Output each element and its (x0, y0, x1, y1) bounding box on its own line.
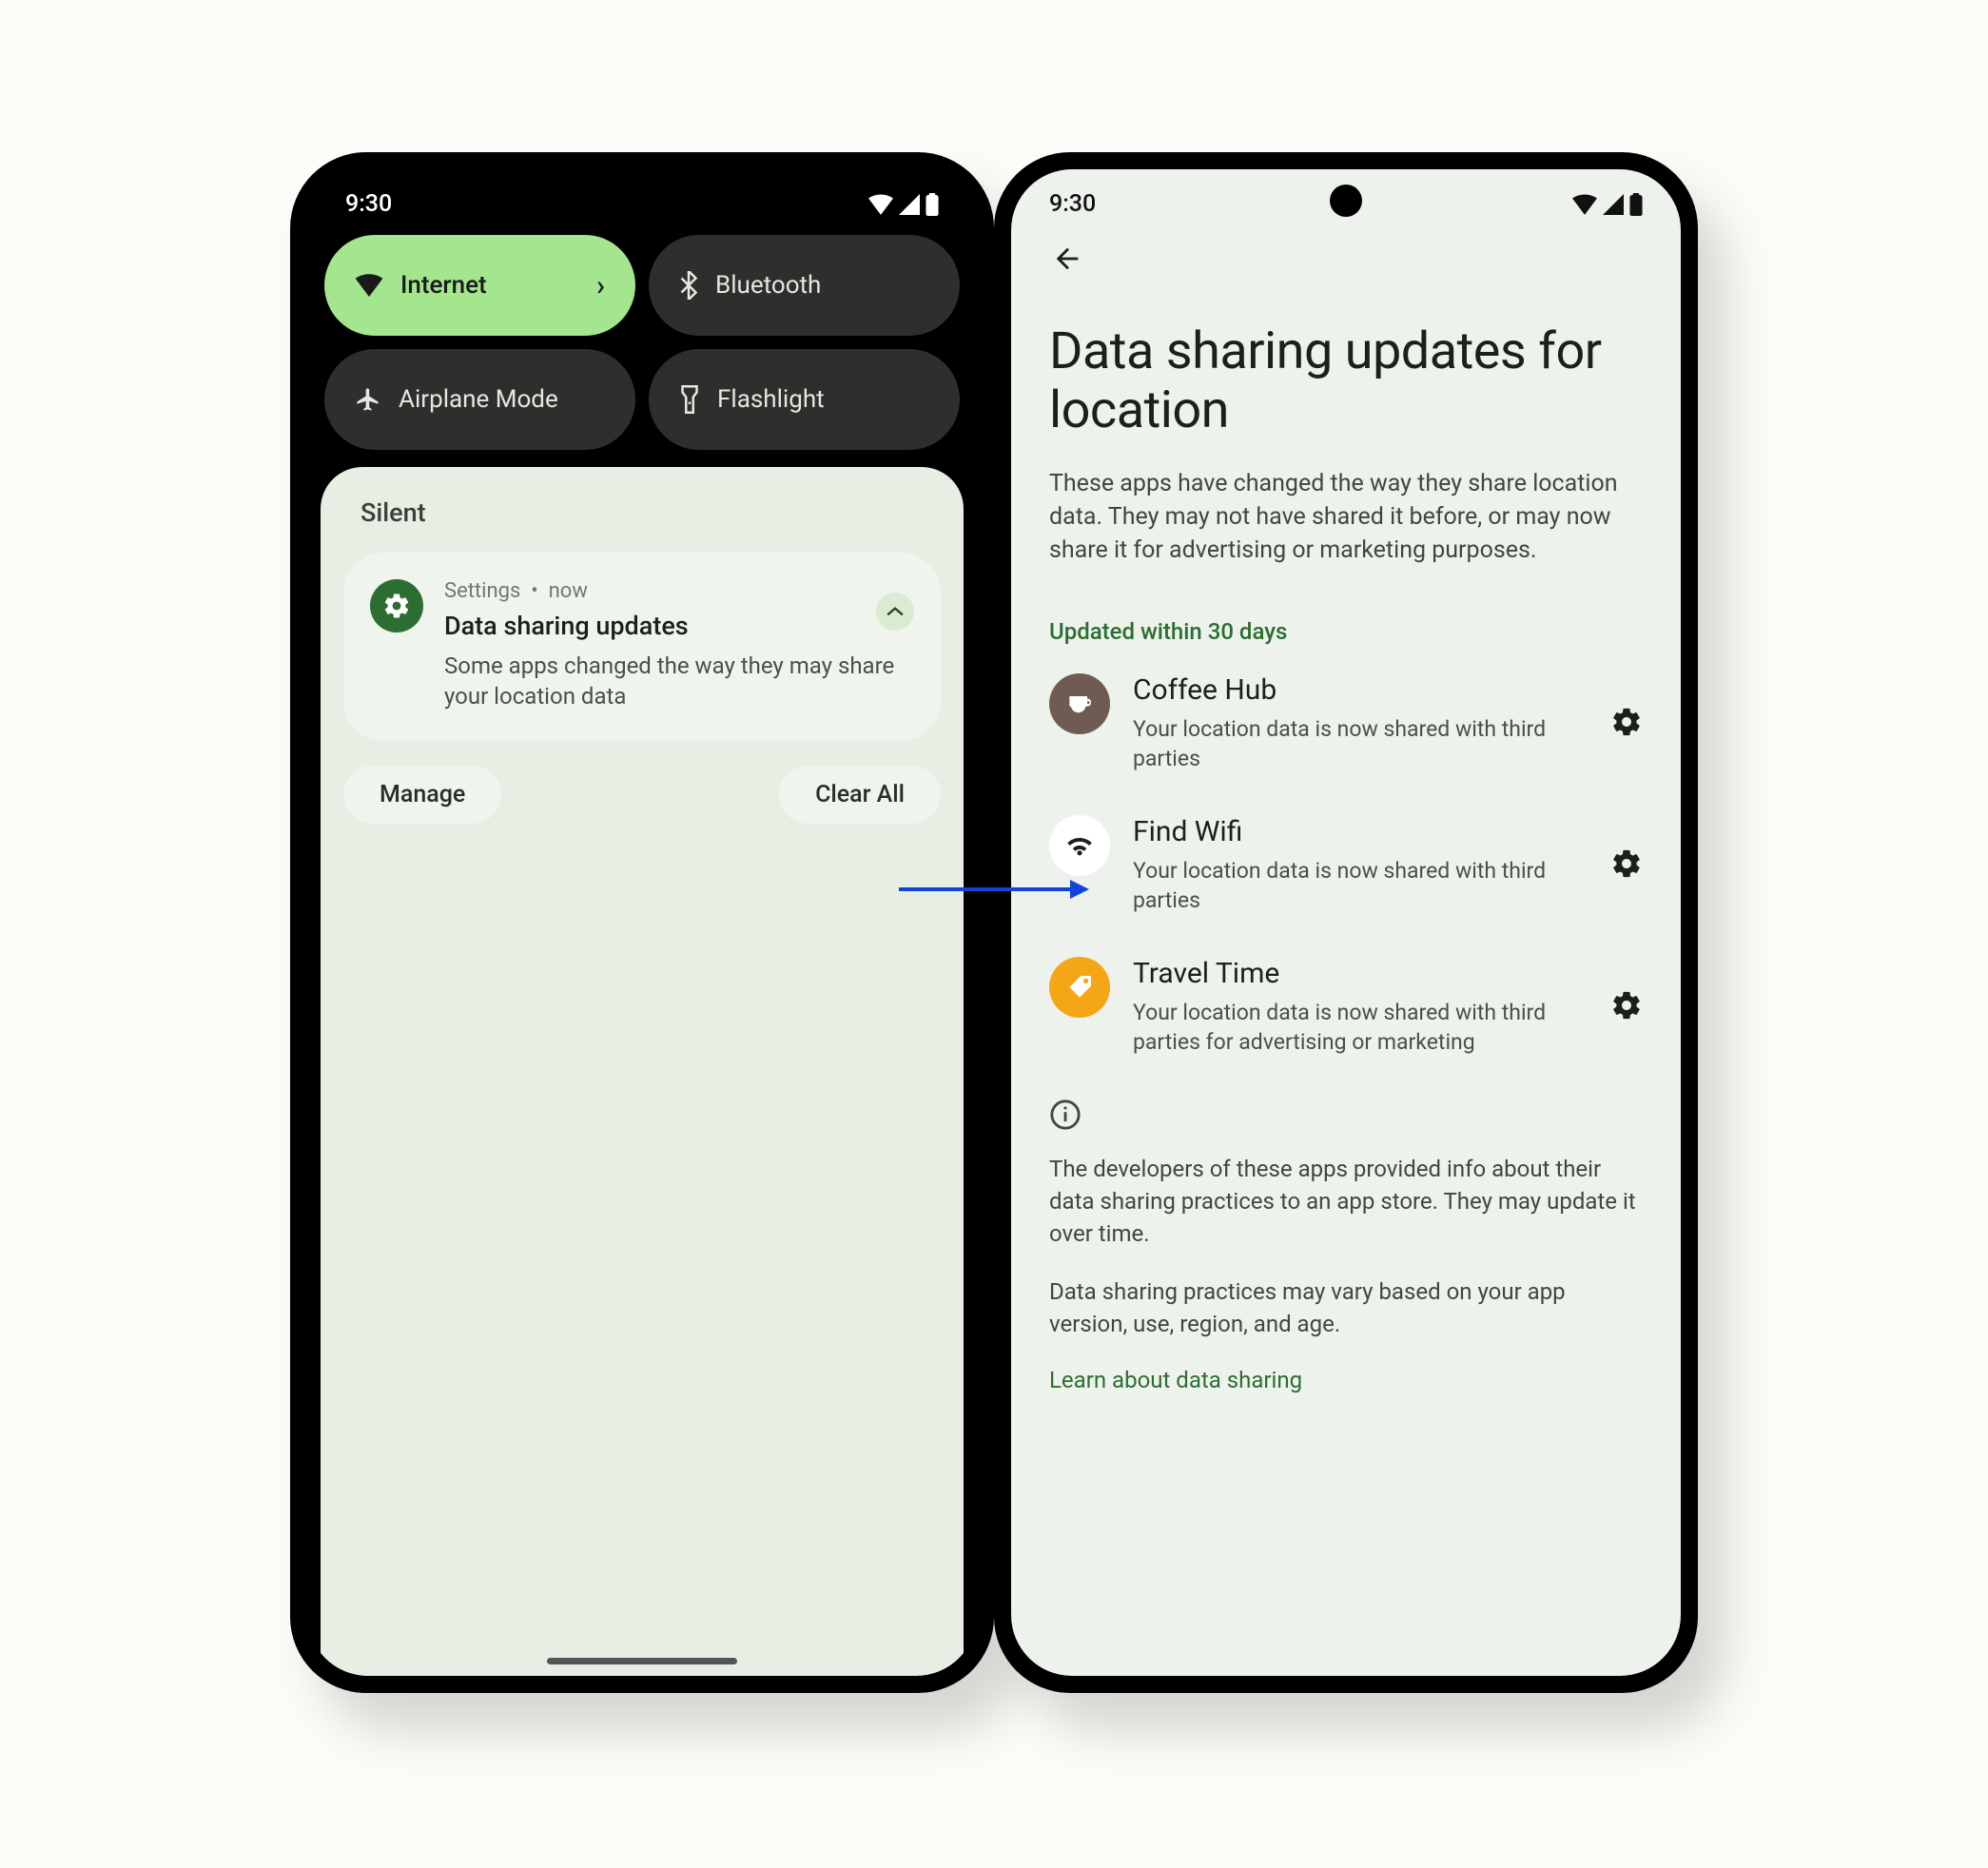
notification-body: Some apps changed the way they may share… (444, 651, 914, 712)
chevron-right-icon: › (596, 269, 605, 302)
info-icon (1049, 1099, 1082, 1131)
qs-tile-internet[interactable]: Internet › (324, 235, 635, 336)
learn-more-link[interactable]: Learn about data sharing (1049, 1367, 1643, 1393)
status-bar: 9:30 (307, 169, 977, 227)
section-subheading: Updated within 30 days (1049, 618, 1643, 645)
wifi-icon (355, 274, 383, 297)
expand-toggle[interactable] (876, 593, 914, 631)
arrow-left-icon (1051, 243, 1083, 275)
signal-icon (899, 194, 920, 215)
info-icon-row (1049, 1099, 1643, 1131)
notification-title: Data sharing updates (444, 611, 914, 641)
battery-icon (1629, 193, 1643, 216)
page-title: Data sharing updates for location (1049, 322, 1643, 440)
app-settings-button[interactable] (1610, 989, 1643, 1025)
status-icons (1572, 193, 1643, 216)
app-list-item[interactable]: Find Wifi Your location data is now share… (1049, 815, 1643, 915)
status-time: 9:30 (1049, 190, 1096, 218)
app-subtitle: Your location data is now shared with th… (1133, 714, 1588, 773)
qs-tile-flashlight[interactable]: Flashlight (649, 349, 960, 450)
app-list-item[interactable]: Travel Time Your location data is now sha… (1049, 957, 1643, 1057)
notification-shade: Silent Settings • now Data sharing updat… (321, 467, 964, 1676)
qs-tile-label: Flashlight (717, 385, 825, 414)
status-time: 9:30 (345, 190, 392, 218)
status-icons (868, 193, 939, 216)
back-button[interactable] (1051, 243, 1643, 275)
app-list-item[interactable]: Coffee Hub Your location data is now shar… (1049, 673, 1643, 773)
chevron-up-icon (887, 606, 904, 617)
app-icon (1049, 673, 1110, 734)
qs-tile-label: Bluetooth (715, 271, 821, 300)
manage-button[interactable]: Manage (343, 766, 501, 824)
airplane-icon (355, 386, 381, 413)
page-description: These apps have changed the way they sha… (1049, 467, 1643, 567)
app-icon (1049, 957, 1110, 1018)
app-icon (1049, 815, 1110, 876)
quick-settings-grid: Internet › Bluetooth Airplane Mode Flash… (307, 227, 977, 467)
app-name: Travel Time (1133, 957, 1588, 990)
front-camera (1330, 185, 1362, 217)
app-subtitle: Your location data is now shared with th… (1133, 856, 1588, 915)
app-settings-button[interactable] (1610, 706, 1643, 742)
clear-all-button[interactable]: Clear All (779, 766, 941, 824)
settings-app-icon (370, 579, 423, 632)
battery-icon (926, 193, 939, 216)
qs-tile-label: Internet (400, 271, 487, 300)
app-name: Find Wifi (1133, 815, 1588, 848)
home-indicator[interactable] (547, 1658, 737, 1664)
qs-tile-label: Airplane Mode (399, 385, 558, 414)
wifi-icon (868, 194, 893, 215)
signal-icon (1603, 194, 1624, 215)
app-subtitle: Your location data is now shared with th… (1133, 998, 1588, 1057)
app-name: Coffee Hub (1133, 673, 1588, 707)
qs-tile-bluetooth[interactable]: Bluetooth (649, 235, 960, 336)
flashlight-icon (679, 385, 700, 414)
notification-source: Settings • now (444, 579, 914, 603)
notification-card[interactable]: Settings • now Data sharing updates Some… (343, 553, 941, 741)
info-paragraph: Data sharing practices may vary based on… (1049, 1276, 1643, 1340)
qs-tile-airplane[interactable]: Airplane Mode (324, 349, 635, 450)
app-settings-button[interactable] (1610, 847, 1643, 884)
bluetooth-icon (679, 271, 698, 300)
gear-icon (382, 592, 411, 620)
wifi-icon (1572, 194, 1597, 215)
section-header-silent: Silent (343, 497, 941, 528)
info-paragraph: The developers of these apps provided in… (1049, 1154, 1643, 1250)
